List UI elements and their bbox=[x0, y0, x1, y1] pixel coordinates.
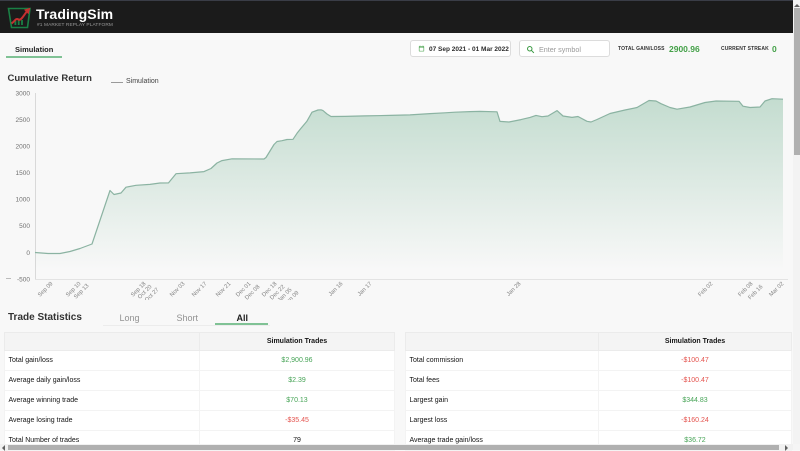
svg-text:Sep 09: Sep 09 bbox=[37, 281, 54, 298]
svg-text:1000: 1000 bbox=[16, 197, 31, 204]
svg-text:3000: 3000 bbox=[16, 91, 31, 98]
svg-text:500: 500 bbox=[19, 223, 30, 230]
svg-text:Nov 17: Nov 17 bbox=[191, 281, 208, 298]
svg-text:-500: -500 bbox=[17, 277, 30, 284]
svg-text:2500: 2500 bbox=[16, 117, 31, 124]
svg-text:Nov 03: Nov 03 bbox=[169, 281, 186, 298]
svg-text:Feb 02: Feb 02 bbox=[697, 281, 714, 298]
svg-text:Jan 17: Jan 17 bbox=[357, 281, 374, 298]
svg-text:Nov 21: Nov 21 bbox=[215, 281, 232, 298]
svg-text:1500: 1500 bbox=[16, 170, 31, 177]
svg-text:2000: 2000 bbox=[16, 144, 31, 151]
svg-text:Jan 28: Jan 28 bbox=[506, 281, 523, 298]
svg-text:Jan 16: Jan 16 bbox=[328, 281, 345, 298]
svg-text:Mar 02: Mar 02 bbox=[768, 281, 785, 298]
svg-text:0: 0 bbox=[26, 250, 30, 257]
